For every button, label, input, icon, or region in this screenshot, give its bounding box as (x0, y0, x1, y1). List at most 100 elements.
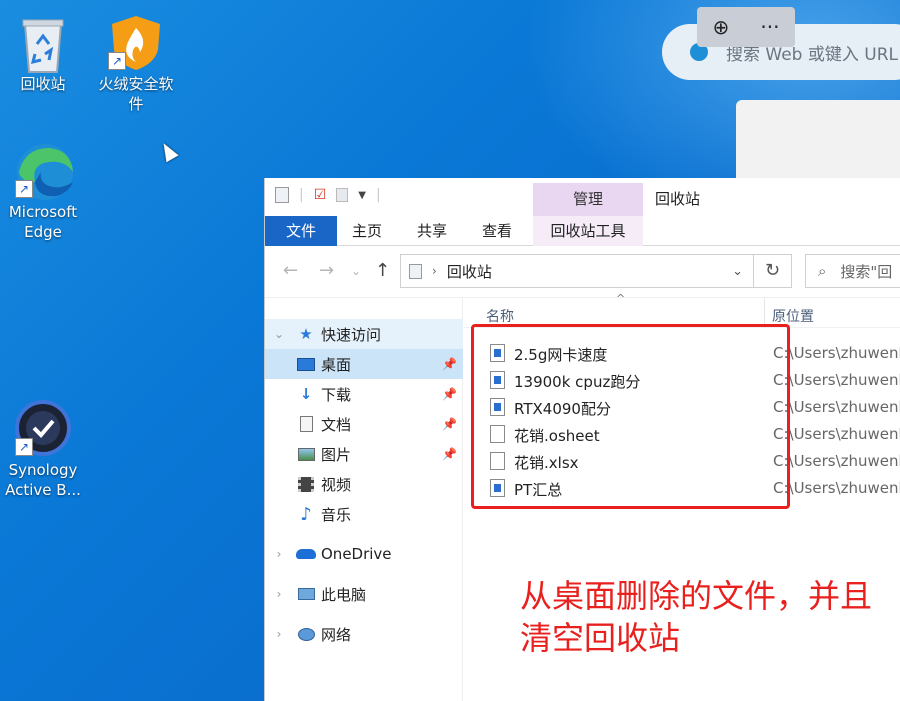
recycle-bin-icon (15, 14, 71, 73)
download-icon: ↓ (299, 385, 313, 403)
chevron-right-icon[interactable]: › (265, 547, 293, 561)
nav-music[interactable]: ♪ 音乐 (265, 499, 463, 529)
address-box[interactable]: › 回收站 ⌄ (400, 254, 754, 288)
network-icon (293, 624, 319, 644)
pin-icon[interactable]: 📌 (442, 357, 457, 371)
nav-label: 音乐 (321, 505, 352, 524)
chevron-down-icon[interactable]: ▼ (358, 190, 366, 201)
back-arrow-icon[interactable]: ← (283, 260, 298, 281)
up-arrow-icon[interactable]: ↑ (375, 260, 390, 281)
annotation-line-1: 从桌面删除的文件，并且 (520, 577, 873, 615)
sort-arrow-icon: ^ (616, 292, 626, 305)
pictures-icon (293, 444, 319, 464)
annotation-note: 从桌面删除的文件，并且 清空回收站 (520, 575, 900, 659)
tab-file[interactable]: 文件 (265, 216, 337, 246)
huorong-shield-icon: ↗ (108, 14, 164, 70)
shortcut-arrow-icon: ↗ (15, 180, 33, 198)
file-location: C:\Users\zhuwenb (773, 344, 900, 362)
nav-desktop[interactable]: 桌面 📌 (265, 349, 463, 379)
separator: | (375, 187, 381, 203)
star-icon: ★ (299, 325, 313, 343)
nav-downloads[interactable]: ↓ 下载 📌 (265, 379, 463, 409)
nav-network[interactable]: › 网络 (265, 619, 463, 649)
nav-label: 快速访问 (321, 325, 382, 344)
desktop-icon (293, 354, 319, 374)
nav-label: 桌面 (321, 355, 352, 374)
file-location: C:\Users\zhuwenb (773, 452, 900, 470)
title-bar: | ☑ ▼ | 管理 回收站 (265, 178, 900, 216)
desktop-icon-label: 回收站 (20, 75, 66, 93)
nav-label: 图片 (321, 445, 352, 464)
properties-icon[interactable]: ☑ (314, 187, 327, 203)
file-location: C:\Users\zhuwenb (773, 371, 900, 389)
chevron-right-icon: › (432, 264, 437, 278)
desktop-icon-synology[interactable]: ↗ Synology Active B... (1, 400, 85, 500)
desktop-icon-recycle-bin[interactable]: 回收站 (1, 14, 85, 94)
tab-share[interactable]: 共享 (402, 216, 462, 246)
music-icon: ♪ (300, 503, 312, 525)
document-icon (293, 414, 319, 434)
folder-icon[interactable] (336, 188, 349, 202)
nav-label: 此电脑 (321, 585, 367, 604)
tab-home[interactable]: 主页 (337, 216, 397, 246)
mouse-cursor (157, 139, 179, 163)
nav-onedrive[interactable]: › OneDrive (265, 539, 463, 569)
search-icon: ⌕ (818, 262, 827, 280)
onedrive-icon (293, 544, 319, 564)
search-placeholder: 搜索"回 (840, 262, 893, 281)
edge-icon: ↗ (15, 142, 73, 200)
annotation-line-2: 清空回收站 (520, 619, 681, 657)
nav-this-pc[interactable]: › 此电脑 (265, 579, 463, 609)
shortcut-arrow-icon: ↗ (108, 52, 126, 70)
tab-recycle-bin-tools[interactable]: 回收站工具 (533, 216, 643, 246)
shortcut-arrow-icon: ↗ (15, 438, 33, 456)
address-toolbar: ← → ⌄ ↑ › 回收站 ⌄ ↻ ⌕ 搜索"回 (265, 246, 900, 298)
synology-icon: ↗ (15, 400, 71, 456)
desktop-icon-label: 火绒安全软件 (98, 75, 174, 113)
tab-manage[interactable]: 管理 (533, 183, 643, 216)
computer-icon (293, 584, 319, 604)
separator: | (299, 187, 304, 203)
recycle-small-icon (409, 263, 422, 279)
chevron-down-icon[interactable]: ⌄ (351, 264, 361, 278)
column-original-location[interactable]: 原位置 (772, 306, 814, 326)
nav-label: OneDrive (321, 545, 392, 563)
file-location: C:\Users\zhuwenb (773, 425, 900, 443)
ribbon-tabs: 文件 主页 共享 查看 回收站工具 (265, 216, 900, 246)
chevron-right-icon[interactable]: › (265, 587, 293, 601)
nav-label: 下载 (321, 385, 352, 404)
desktop-icon-edge[interactable]: ↗ Microsoft Edge (1, 142, 85, 242)
quick-access-toolbar: | ☑ ▼ | (275, 187, 381, 203)
chevron-down-icon[interactable]: ⌄ (265, 327, 293, 341)
navigation-pane: ⌄ ★ 快速访问 桌面 📌 ↓ 下载 📌 文档 📌 图片 📌 视频 ♪ 音乐 ›… (265, 298, 463, 701)
tab-view[interactable]: 查看 (467, 216, 527, 246)
address-path: 回收站 (446, 262, 492, 281)
desktop-icon-label: Microsoft Edge (8, 203, 78, 241)
more-button[interactable]: ··· (760, 15, 779, 39)
nav-quick-access[interactable]: ⌄ ★ 快速访问 (265, 319, 463, 349)
nav-label: 文档 (321, 415, 352, 434)
file-location: C:\Users\zhuwenb (773, 479, 900, 497)
chevron-down-icon[interactable]: ⌄ (732, 264, 743, 279)
nav-documents[interactable]: 文档 📌 (265, 409, 463, 439)
pin-icon[interactable]: 📌 (442, 387, 457, 401)
desktop-icon-huorong[interactable]: ↗ 火绒安全软件 (94, 14, 178, 114)
forward-arrow-icon[interactable]: → (319, 260, 334, 281)
refresh-button[interactable]: ↻ (754, 254, 792, 288)
recycle-small-icon[interactable] (275, 187, 289, 203)
nav-videos[interactable]: 视频 (265, 469, 463, 499)
search-input[interactable]: ⌕ 搜索"回 (805, 254, 900, 288)
window-title: 回收站 (655, 190, 701, 208)
browser-toolbar: ⊕ ··· (697, 7, 795, 47)
pin-icon[interactable]: 📌 (442, 417, 457, 431)
pin-icon[interactable]: 📌 (442, 447, 457, 461)
video-icon (293, 474, 319, 494)
desktop-icon-label: Synology Active B... (5, 461, 81, 499)
nav-label: 视频 (321, 475, 352, 494)
nav-label: 网络 (321, 625, 352, 644)
zoom-icon[interactable]: ⊕ (713, 15, 730, 39)
chevron-right-icon[interactable]: › (265, 627, 293, 641)
nav-pictures[interactable]: 图片 📌 (265, 439, 463, 469)
annotation-highlight-box (471, 324, 790, 509)
column-name[interactable]: 名称 (486, 306, 514, 326)
